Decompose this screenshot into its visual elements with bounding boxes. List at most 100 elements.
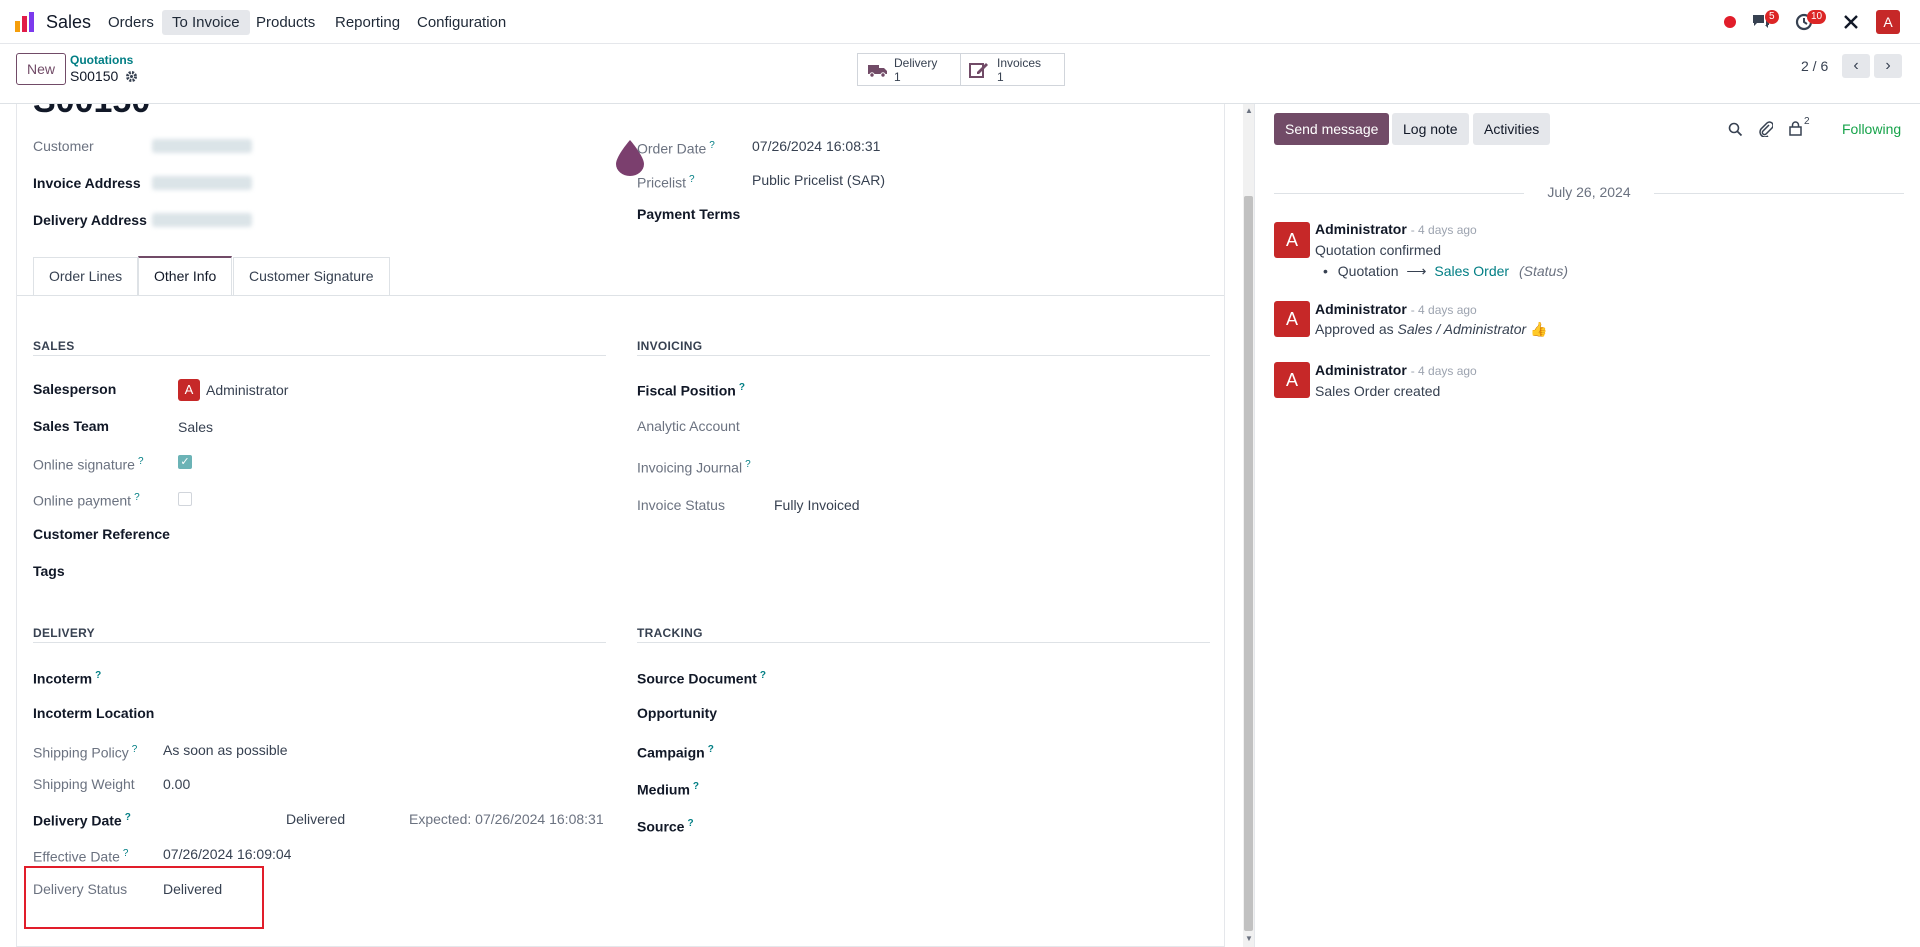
incoterm-label: Incoterm? — [33, 670, 102, 687]
online-payment-label: Online payment? — [33, 492, 140, 509]
nav-reporting[interactable]: Reporting — [325, 10, 410, 35]
debug-tools-icon[interactable] — [1842, 13, 1860, 31]
nav-to-invoice[interactable]: To Invoice — [162, 10, 250, 35]
message-avatar: A — [1274, 301, 1310, 337]
log-note-button[interactable]: Log note — [1392, 113, 1469, 145]
activities-button[interactable]: Activities — [1473, 113, 1551, 145]
online-signature-checkbox[interactable]: ✓ — [178, 455, 192, 469]
activities-badge: 10 — [1807, 10, 1827, 24]
new-button[interactable]: New — [16, 53, 66, 85]
record-indicator-icon[interactable] — [1724, 16, 1736, 28]
message-author[interactable]: Administrator - 4 days ago — [1315, 300, 1477, 319]
pager-previous-button[interactable]: ‹ — [1842, 54, 1870, 78]
shipping-weight-value[interactable]: 0.00 — [163, 775, 190, 793]
invoice-status-label: Invoice Status — [637, 497, 725, 513]
tab-customer-signature[interactable]: Customer Signature — [233, 257, 390, 295]
message-author[interactable]: Administrator - 4 days ago — [1315, 220, 1477, 239]
pager-next-button[interactable]: › — [1874, 54, 1902, 78]
form-scrollbar[interactable]: ▲ ▼ — [1243, 104, 1254, 947]
date-separator-right — [1654, 193, 1904, 194]
source-label: Source? — [637, 818, 694, 835]
following-button[interactable]: Following — [1842, 121, 1901, 137]
online-signature-label: Online signature? — [33, 456, 144, 473]
scroll-down-arrow-icon[interactable]: ▼ — [1245, 934, 1253, 943]
campaign-label: Campaign? — [637, 744, 714, 761]
sales-app-icon[interactable] — [14, 11, 36, 33]
nav-orders[interactable]: Orders — [98, 10, 164, 35]
paperclip-icon[interactable] — [1758, 121, 1773, 137]
tab-order-lines[interactable]: Order Lines — [33, 257, 139, 295]
customer-field[interactable] — [152, 139, 252, 153]
customer-label: Customer — [33, 138, 94, 154]
message-body: Sales Order created — [1315, 383, 1441, 399]
invoicing-section-title: INVOICING — [637, 339, 703, 353]
scroll-up-arrow-icon[interactable]: ▲ — [1245, 106, 1253, 115]
message-body: Quotation confirmed — [1315, 242, 1442, 258]
breadcrumb-quotations[interactable]: Quotations — [70, 53, 133, 67]
order-date-value[interactable]: 07/26/2024 16:08:31 — [752, 137, 880, 155]
invoicing-rule — [637, 355, 1210, 356]
invoicing-journal-label: Invoicing Journal? — [637, 459, 751, 476]
salesperson-avatar: A — [178, 379, 200, 401]
app-title[interactable]: Sales — [46, 10, 91, 35]
message-tracking-line: • Quotation ⟶ Sales Order (Status) — [1323, 263, 1568, 279]
invoices-smart-button[interactable]: Invoices 1 — [960, 53, 1065, 86]
salesperson-value[interactable]: Administrator — [206, 381, 288, 399]
delivery-date-label: Delivery Date? — [33, 812, 131, 829]
incoterm-location-label: Incoterm Location — [33, 705, 155, 721]
delivery-label: Delivery — [894, 56, 938, 70]
customer-reference-label: Customer Reference — [33, 526, 170, 542]
source-document-label: Source Document? — [637, 670, 766, 687]
order-date-label: Order Date? — [637, 140, 715, 157]
tracking-section-title: TRACKING — [637, 626, 703, 640]
message-avatar: A — [1274, 222, 1310, 258]
pager-value[interactable]: 2 / 6 — [1801, 58, 1828, 74]
effective-date-label: Effective Date? — [33, 848, 129, 865]
messages-badge: 5 — [1765, 10, 1779, 24]
message-body: Approved as Sales / Administrator 👍 — [1315, 321, 1548, 337]
delivery-address-field[interactable] — [152, 213, 252, 227]
delivery-smart-button[interactable]: Delivery 1 — [857, 53, 961, 86]
send-message-button[interactable]: Send message — [1274, 113, 1390, 145]
arrow-right-icon: ⟶ — [1406, 263, 1427, 279]
message-avatar: A — [1274, 362, 1310, 398]
sales-team-label: Sales Team — [33, 418, 110, 434]
invoices-count: 1 — [997, 70, 1004, 84]
user-avatar[interactable]: A — [1876, 10, 1900, 34]
thumbs-up-icon: 👍 — [1530, 321, 1548, 337]
search-icon[interactable] — [1728, 122, 1743, 137]
pricelist-value[interactable]: Public Pricelist (SAR) — [752, 171, 885, 189]
chatter-panel: Send message Log note Activities 2 Follo… — [1254, 104, 1920, 947]
followers-lock-icon[interactable] — [1789, 121, 1802, 136]
shipping-policy-label: Shipping Policy? — [33, 744, 138, 761]
delivery-rule — [33, 642, 606, 643]
tabs-underline — [17, 295, 1224, 296]
tab-other-info[interactable]: Other Info — [138, 256, 233, 295]
analytic-account-label: Analytic Account — [637, 418, 740, 434]
shipping-weight-label: Shipping Weight — [33, 776, 135, 792]
invoice-address-field[interactable] — [152, 176, 252, 190]
invoice-address-label: Invoice Address — [33, 175, 141, 191]
form-sheet: S00150 Customer Invoice Address Delivery… — [16, 104, 1225, 947]
sales-team-value[interactable]: Sales — [178, 418, 213, 436]
nav-configuration[interactable]: Configuration — [407, 10, 516, 35]
date-separator-left — [1274, 193, 1524, 194]
nav-products[interactable]: Products — [246, 10, 325, 35]
scrollbar-thumb[interactable] — [1244, 196, 1253, 931]
record-title: S00150 — [33, 104, 150, 121]
payment-terms-label: Payment Terms — [637, 206, 741, 222]
sales-rule — [33, 355, 606, 356]
gear-icon[interactable] — [125, 70, 138, 83]
salesperson-label: Salesperson — [33, 381, 117, 397]
effective-date-value[interactable]: 07/26/2024 16:09:04 — [163, 845, 291, 863]
message-author[interactable]: Administrator - 4 days ago — [1315, 361, 1477, 380]
tags-label: Tags — [33, 563, 65, 579]
top-navbar: Sales Orders To Invoice Products Reporti… — [0, 0, 1920, 44]
shipping-policy-value[interactable]: As soon as possible — [163, 741, 288, 759]
sales-section-title: SALES — [33, 339, 75, 353]
invoice-status-value[interactable]: Fully Invoiced — [774, 496, 860, 514]
date-separator-label: July 26, 2024 — [1547, 184, 1631, 200]
online-payment-checkbox[interactable] — [178, 492, 192, 506]
followers-count: 2 — [1804, 116, 1810, 127]
tracking-rule — [637, 642, 1210, 643]
